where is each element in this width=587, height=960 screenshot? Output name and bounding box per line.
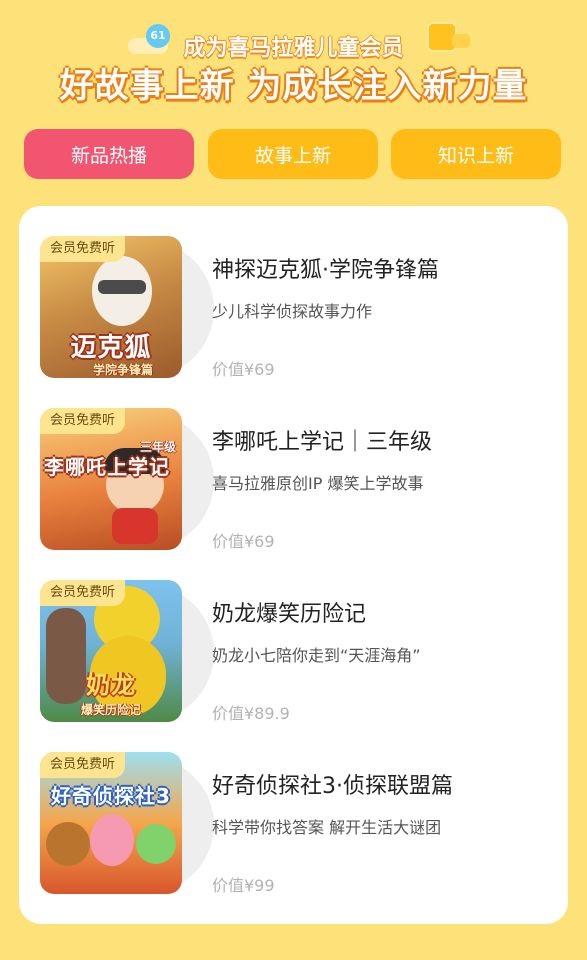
album-cover-area[interactable]: 会员免费听 迈克狐 学院争锋篇 xyxy=(40,236,214,379)
cover-subtitle-art: 三年级 xyxy=(139,440,176,454)
red-outfit-shape xyxy=(112,508,158,544)
cover-subtitle-art: 学院争锋篇 xyxy=(92,363,153,377)
cover-title-art: 好奇侦探社3 xyxy=(51,784,171,808)
cover-title-art: 奶龙 xyxy=(86,671,136,699)
item-title[interactable]: 神探迈克狐·学院争锋篇 xyxy=(212,252,552,284)
item-title[interactable]: 李哪吒上学记｜三年级 xyxy=(212,424,552,456)
member-free-badge: 会员免费听 xyxy=(40,408,126,434)
album-cover-image[interactable]: 会员免费听 好奇侦探社3 xyxy=(40,752,182,894)
cover-title-art: 李哪吒上学记 xyxy=(44,455,170,479)
tab-new-hot[interactable]: 新品热播 xyxy=(24,129,194,179)
item-description: 少儿科学侦探故事力作 xyxy=(212,302,373,321)
album-cover-area[interactable]: 会员免费听 奶龙 爆笑历险记 xyxy=(40,580,214,723)
monkey-character-face xyxy=(46,822,90,866)
album-cover-image[interactable]: 会员免费听 李哪吒上学记 三年级 xyxy=(40,408,182,550)
item-title[interactable]: 奶龙爆笑历险记 xyxy=(212,596,552,628)
item-price: 价值¥99 xyxy=(212,876,275,895)
album-cover-area[interactable]: 会员免费听 李哪吒上学记 三年级 xyxy=(40,408,214,551)
list-item[interactable]: 会员免费听 迈克狐 学院争锋篇 神探迈克狐·学院争锋篇 少儿科学侦探故事力作 价… xyxy=(19,206,568,379)
item-description: 科学带你找答案 解开生活大谜团 xyxy=(212,818,442,837)
album-cover-image[interactable]: 会员免费听 奶龙 爆笑历险记 xyxy=(40,580,182,722)
sunglasses-shape xyxy=(98,280,146,294)
banner-title: 好故事上新 为成长注入新力量 xyxy=(59,66,528,106)
tab-story-new[interactable]: 故事上新 xyxy=(208,129,378,179)
item-description: 奶龙小七陪你走到“天涯海角” xyxy=(212,646,421,665)
cover-subtitle-art: 爆笑历险记 xyxy=(80,703,141,717)
item-description: 喜马拉雅原创IP 爆笑上学故事 xyxy=(212,474,424,493)
item-title[interactable]: 好奇侦探社3·侦探联盟篇 xyxy=(212,768,552,800)
member-free-badge: 会员免费听 xyxy=(40,236,126,262)
item-price: 价值¥69 xyxy=(212,532,275,551)
cover-title-art: 迈克狐 xyxy=(70,333,152,363)
album-cover-image[interactable]: 会员免费听 迈克狐 学院争锋篇 xyxy=(40,236,182,378)
category-tabs: 新品热播 故事上新 知识上新 xyxy=(24,129,564,181)
member-free-badge: 会员免费听 xyxy=(40,752,126,778)
tab-knowledge-new[interactable]: 知识上新 xyxy=(391,129,561,179)
album-cover-area[interactable]: 会员免费听 好奇侦探社3 xyxy=(40,752,214,895)
dino-character-face xyxy=(136,824,176,864)
item-price: 价值¥89.9 xyxy=(212,704,290,723)
list-item[interactable]: 会员免费听 好奇侦探社3 好奇侦探社3·侦探联盟篇 科学带你找答案 解开生活大谜… xyxy=(19,722,568,895)
list-item[interactable]: 会员免费听 李哪吒上学记 三年级 李哪吒上学记｜三年级 喜马拉雅原创IP 爆笑上… xyxy=(19,378,568,551)
member-free-badge: 会员免费听 xyxy=(40,580,126,606)
promo-banner: 61 成为喜马拉雅儿童会员 好故事上新 为成长注入新力量 xyxy=(0,0,587,118)
item-price: 价值¥69 xyxy=(212,360,275,379)
content-card: 会员免费听 迈克狐 学院争锋篇 神探迈克狐·学院争锋篇 少儿科学侦探故事力作 价… xyxy=(19,206,568,924)
rabbit-character-face xyxy=(90,814,134,866)
list-item[interactable]: 会员免费听 奶龙 爆笑历险记 奶龙爆笑历险记 奶龙小七陪你走到“天涯海角” 价值… xyxy=(19,550,568,723)
